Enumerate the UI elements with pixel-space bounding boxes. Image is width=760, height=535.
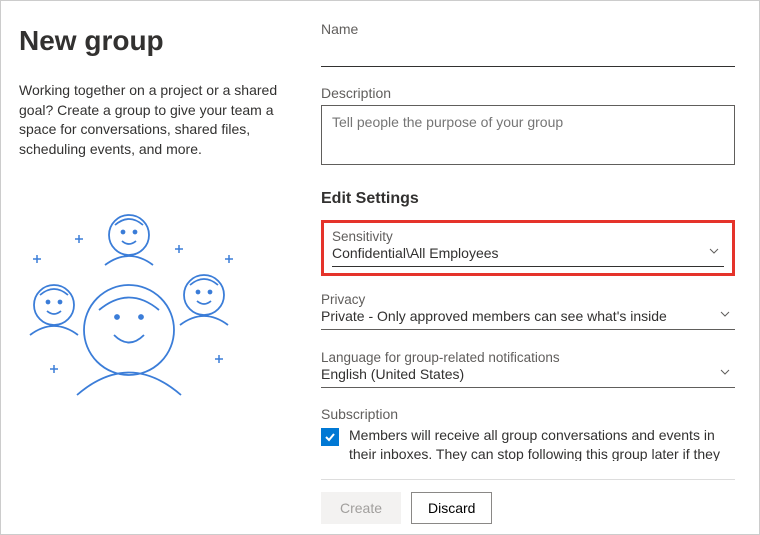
- subscription-label: Subscription: [321, 406, 735, 422]
- chevron-down-icon: [719, 366, 731, 378]
- page-title: New group: [19, 25, 281, 57]
- chevron-down-icon: [708, 245, 720, 257]
- footer-bar: Create Discard: [321, 479, 735, 524]
- language-label: Language for group-related notifications: [321, 350, 735, 365]
- discard-button[interactable]: Discard: [411, 492, 492, 524]
- description-block: Description: [321, 85, 735, 168]
- sensitivity-label: Sensitivity: [332, 229, 724, 244]
- chevron-down-icon: [719, 308, 731, 320]
- left-pane: New group Working together on a project …: [1, 1, 301, 534]
- privacy-block: Privacy Private - Only approved members …: [321, 290, 735, 330]
- privacy-label: Privacy: [321, 292, 735, 307]
- subscription-block: Subscription Members will receive all gr…: [321, 406, 735, 461]
- name-input[interactable]: [321, 41, 735, 67]
- intro-text: Working together on a project or a share…: [19, 81, 281, 159]
- group-illustration: [19, 195, 249, 415]
- edit-settings-header: Edit Settings: [321, 190, 735, 208]
- sensitivity-highlight: Sensitivity Confidential\All Employees: [321, 220, 735, 276]
- language-block: Language for group-related notifications…: [321, 348, 735, 388]
- description-label: Description: [321, 85, 735, 101]
- sensitivity-dropdown[interactable]: Sensitivity Confidential\All Employees: [332, 227, 724, 267]
- subscription-text: Members will receive all group conversat…: [349, 426, 735, 461]
- name-label: Name: [321, 21, 735, 37]
- create-button[interactable]: Create: [321, 492, 401, 524]
- privacy-value: Private - Only approved members can see …: [321, 308, 735, 324]
- privacy-dropdown[interactable]: Privacy Private - Only approved members …: [321, 290, 735, 330]
- form-pane: Name Description Edit Settings Sensitivi…: [301, 1, 759, 534]
- subscription-checkbox[interactable]: [321, 428, 339, 446]
- language-dropdown[interactable]: Language for group-related notifications…: [321, 348, 735, 388]
- name-block: Name: [321, 21, 735, 67]
- sensitivity-value: Confidential\All Employees: [332, 245, 724, 261]
- description-textarea[interactable]: [321, 105, 735, 165]
- language-value: English (United States): [321, 366, 735, 382]
